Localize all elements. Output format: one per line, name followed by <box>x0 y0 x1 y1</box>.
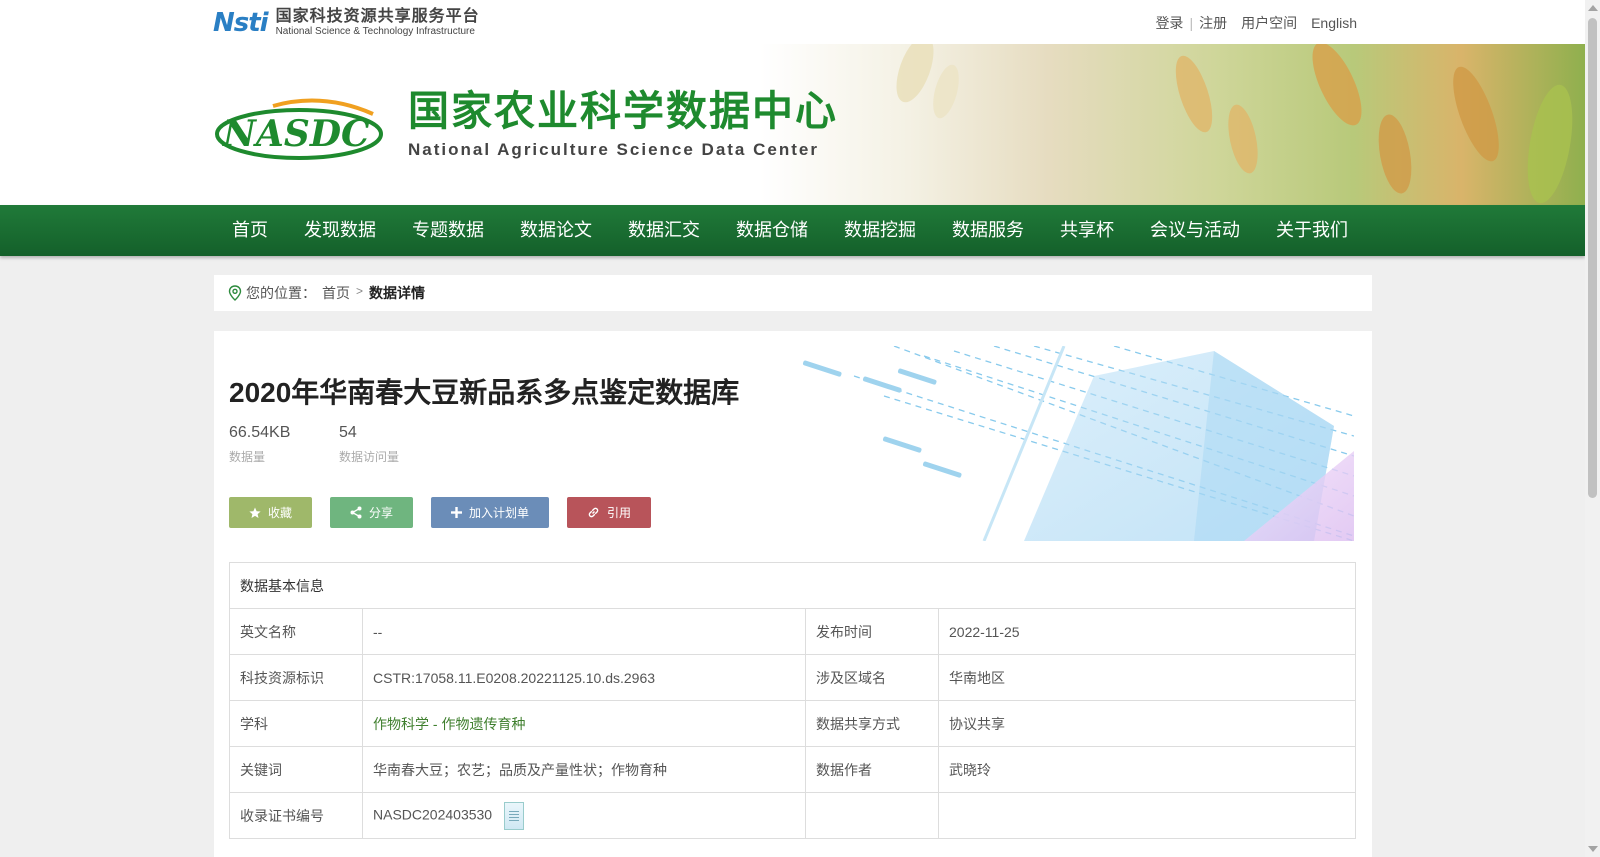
table-row: 关键词 华南春大豆；农艺；品质及产量性状；作物育种 数据作者 武晓玲 <box>229 746 1356 793</box>
table-row: 收录证书编号 NASDC202403530 <box>229 792 1356 839</box>
main-nav: 首页 发现数据 专题数据 数据论文 数据汇交 数据仓储 数据挖掘 数据服务 共享杯 会议与活动 关于… <box>0 205 1585 256</box>
breadcrumb-current: 数据详情 <box>369 285 426 301</box>
platform-name-cn: 国家科技资源共享服务平台 <box>275 8 480 25</box>
nav-item[interactable]: 共享杯 <box>1042 205 1132 256</box>
nasdc-logo-text: NASDC <box>222 113 370 155</box>
nav-item[interactable]: 关于我们 <box>1258 205 1366 256</box>
table-header-row: 数据基本信息 <box>229 562 1356 609</box>
location-pin-icon <box>228 285 242 301</box>
favorite-button[interactable]: 收藏 <box>229 497 313 528</box>
field-label: 关键词 <box>229 746 363 793</box>
field-label <box>805 792 939 839</box>
cite-button[interactable]: 引用 <box>567 497 652 528</box>
certificate-icon[interactable] <box>503 801 524 830</box>
breadcrumb-home[interactable]: 首页 <box>322 283 350 303</box>
certificate-cell: NASDC202403530 <box>362 792 806 839</box>
certificate-number: NASDC202403530 <box>373 806 493 823</box>
field-label: 收录证书编号 <box>229 792 363 839</box>
breadcrumb-prefix: 您的位置： <box>246 285 316 301</box>
register-link[interactable]: 注册 <box>1199 13 1227 33</box>
dataset-title: 2020年华南春大豆新品系多点鉴定数据库 <box>229 377 740 408</box>
field-value: -- <box>362 608 806 655</box>
divider: | <box>1189 15 1194 31</box>
field-label: 英文名称 <box>229 608 363 655</box>
data-cube-illustration <box>802 346 1354 541</box>
basic-info-table: 数据基本信息 英文名称 -- 发布时间 2022-11-25 科技资源标识 CS… <box>229 562 1356 839</box>
add-to-plan-button[interactable]: 加入计划单 <box>431 497 550 528</box>
top-bar: Nsti 国家科技资源共享服务平台 National Science & Tec… <box>0 0 1585 44</box>
center-title: 国家农业科学数据中心 National Agriculture Science … <box>408 91 838 160</box>
visits-label: 数据访问量 <box>339 450 400 464</box>
field-value <box>938 792 1356 839</box>
nav-item[interactable]: 发现数据 <box>286 205 394 256</box>
header-banner: NASDC 国家农业科学数据中心 National Agriculture Sc… <box>0 44 1585 205</box>
table-row: 科技资源标识 CSTR:17058.11.E0208.20221125.10.d… <box>229 654 1356 701</box>
plus-icon <box>451 507 463 518</box>
add-to-plan-label: 加入计划单 <box>469 506 530 520</box>
field-value: 武晓玲 <box>938 746 1356 793</box>
english-link[interactable]: English <box>1311 15 1357 31</box>
nav-item[interactable]: 首页 <box>214 205 286 256</box>
page-scrollbar[interactable] <box>1585 0 1600 857</box>
share-button[interactable]: 分享 <box>330 497 414 528</box>
field-value: 2022-11-25 <box>938 608 1356 655</box>
top-links: 登录 | 注册 用户空间 English <box>1155 13 1357 33</box>
data-size-value: 66.54KB <box>229 424 291 441</box>
link-icon <box>588 507 599 518</box>
visits-value: 54 <box>339 424 357 441</box>
visits-stat: 54 数据访问量 <box>339 424 399 465</box>
field-value: 华南地区 <box>938 654 1356 701</box>
action-buttons: 收藏 分享 加入计划单 引用 <box>229 497 669 528</box>
platform-name-en: National Science & Technology Infrastruc… <box>275 26 475 37</box>
field-label: 涉及区域名 <box>805 654 939 701</box>
share-icon <box>350 506 362 519</box>
scrollbar-thumb[interactable] <box>1588 18 1597 498</box>
nsti-logo-text: 国家科技资源共享服务平台 National Science & Technolo… <box>276 9 480 37</box>
favorite-label: 收藏 <box>268 506 293 520</box>
scroll-down-icon[interactable] <box>1588 846 1598 852</box>
field-value: 协议共享 <box>938 700 1356 747</box>
table-row: 学科 作物科学 - 作物遗传育种 数据共享方式 协议共享 <box>229 700 1356 747</box>
field-label: 学科 <box>229 700 363 747</box>
table-heading: 数据基本信息 <box>229 562 1356 609</box>
rice-field-banner-image <box>760 44 1585 205</box>
table-row: 英文名称 -- 发布时间 2022-11-25 <box>229 608 1356 655</box>
nav-item[interactable]: 数据服务 <box>934 205 1042 256</box>
cite-label: 引用 <box>607 506 632 520</box>
data-size-label: 数据量 <box>229 450 266 464</box>
nav-item[interactable]: 专题数据 <box>394 205 502 256</box>
nav-item[interactable]: 数据论文 <box>502 205 610 256</box>
share-label: 分享 <box>369 506 394 520</box>
nsti-logo-mark: Nsti <box>213 8 269 38</box>
nav-item[interactable]: 数据汇交 <box>610 205 718 256</box>
nsti-logo[interactable]: Nsti 国家科技资源共享服务平台 National Science & Tec… <box>213 8 480 38</box>
center-name-cn: 国家农业科学数据中心 <box>408 88 838 134</box>
field-label: 数据共享方式 <box>805 700 939 747</box>
field-label: 发布时间 <box>805 608 939 655</box>
star-icon <box>249 507 261 518</box>
login-link[interactable]: 登录 <box>1155 13 1183 33</box>
field-value: CSTR:17058.11.E0208.20221125.10.ds.2963 <box>362 654 806 701</box>
field-value: 华南春大豆；农艺；品质及产量性状；作物育种 <box>362 746 806 793</box>
scroll-up-icon[interactable] <box>1588 5 1598 11</box>
user-space-link[interactable]: 用户空间 <box>1241 13 1297 33</box>
nav-item[interactable]: 会议与活动 <box>1132 205 1258 256</box>
data-size-stat: 66.54KB 数据量 <box>229 424 290 465</box>
center-name-en: National Agriculture Science Data Center <box>408 140 819 159</box>
nasdc-logo[interactable]: NASDC <box>213 96 385 162</box>
nav-item[interactable]: 数据挖掘 <box>826 205 934 256</box>
nav-list: 首页 发现数据 专题数据 数据论文 数据汇交 数据仓储 数据挖掘 数据服务 共享杯 会议与活动 关于… <box>214 205 1366 256</box>
breadcrumb: 您的位置： 首页 > 数据详情 <box>214 275 1372 311</box>
subject-link[interactable]: 作物科学 - 作物遗传育种 <box>362 700 806 747</box>
nav-item[interactable]: 数据仓储 <box>718 205 826 256</box>
breadcrumb-separator: > <box>356 284 364 298</box>
field-label: 科技资源标识 <box>229 654 363 701</box>
field-label: 数据作者 <box>805 746 939 793</box>
dataset-card: 2020年华南春大豆新品系多点鉴定数据库 66.54KB 数据量 54 数据访问… <box>214 331 1372 857</box>
